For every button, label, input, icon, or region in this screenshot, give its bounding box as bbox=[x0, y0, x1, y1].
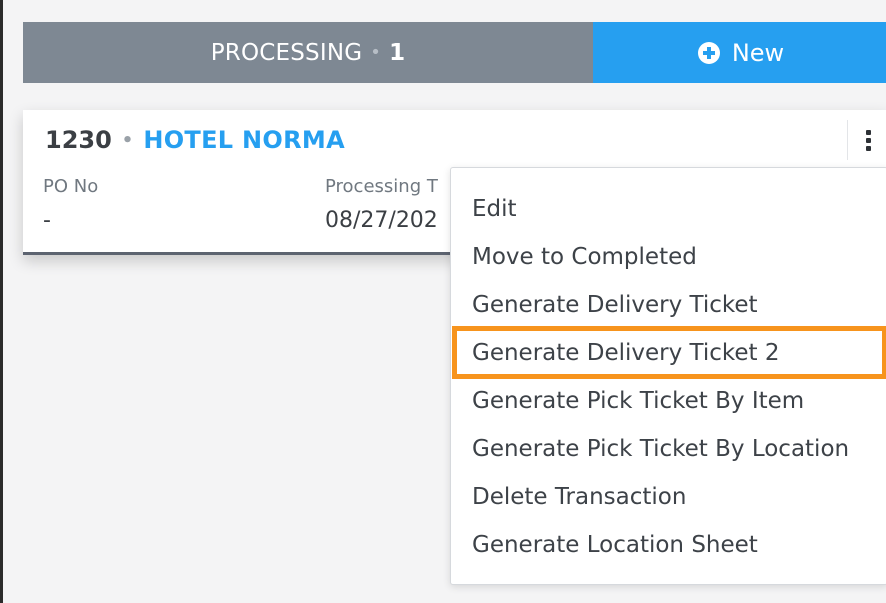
menu-item-move-to-completed[interactable]: Move to Completed bbox=[472, 244, 697, 270]
status-bar: PROCESSING • 1 New bbox=[23, 22, 886, 83]
card-separator: • bbox=[121, 129, 134, 151]
processing-label: Processing T bbox=[325, 176, 438, 197]
card-header: 1230 • HOTEL NORMA bbox=[45, 126, 345, 154]
customer-link[interactable]: HOTEL NORMA bbox=[143, 126, 345, 154]
new-button[interactable]: New bbox=[593, 22, 886, 83]
plus-circle-icon bbox=[697, 41, 720, 64]
new-button-label: New bbox=[731, 38, 785, 67]
status-separator: • bbox=[370, 42, 382, 63]
status-count: 1 bbox=[389, 39, 406, 66]
menu-item-pick-ticket-by-item[interactable]: Generate Pick Ticket By Item bbox=[472, 388, 804, 414]
menu-item-pick-ticket-by-location[interactable]: Generate Pick Ticket By Location bbox=[472, 436, 849, 462]
transaction-id: 1230 bbox=[45, 126, 112, 154]
highlight-box bbox=[452, 326, 886, 379]
menu-item-generate-delivery-ticket[interactable]: Generate Delivery Ticket bbox=[472, 292, 758, 318]
po-value: - bbox=[43, 208, 51, 233]
status-label: PROCESSING bbox=[210, 39, 363, 66]
processing-value: 08/27/202 bbox=[325, 208, 438, 233]
more-options-icon[interactable] bbox=[847, 120, 886, 160]
menu-item-edit[interactable]: Edit bbox=[472, 196, 517, 222]
po-label: PO No bbox=[43, 176, 99, 197]
tab-processing[interactable]: PROCESSING • 1 bbox=[23, 22, 593, 83]
menu-item-generate-location-sheet[interactable]: Generate Location Sheet bbox=[472, 532, 758, 558]
app-frame: PROCESSING • 1 New 1230 • HOTEL NORMA PO… bbox=[0, 0, 886, 603]
menu-item-delete-transaction[interactable]: Delete Transaction bbox=[472, 484, 686, 510]
